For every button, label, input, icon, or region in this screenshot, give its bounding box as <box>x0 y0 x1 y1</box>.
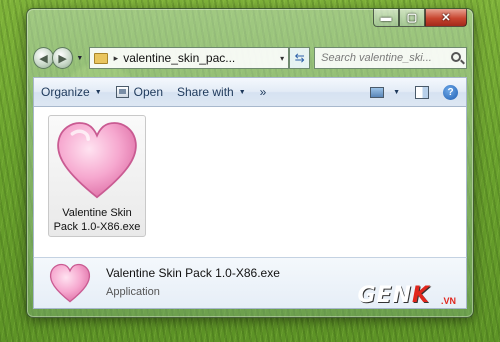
share-with-menu[interactable]: Share with ▼ <box>170 78 253 106</box>
refresh-icon: ⇆ <box>294 51 305 65</box>
details-file-type: Application <box>106 286 160 298</box>
search-box <box>314 47 467 69</box>
organize-label: Organize <box>41 85 90 99</box>
open-button[interactable]: Open <box>109 78 170 106</box>
more-commands-button[interactable]: » <box>253 78 274 106</box>
file-list: Valentine Skin Pack 1.0-X86.exe <box>33 107 467 257</box>
chevron-right-double-icon: » <box>259 85 267 99</box>
back-arrow-icon: ◀ <box>39 52 48 65</box>
search-icon[interactable] <box>451 52 461 62</box>
details-file-name: Valentine Skin Pack 1.0-X86.exe <box>106 266 280 280</box>
heart-icon <box>49 263 91 303</box>
help-button[interactable]: ? <box>443 84 458 100</box>
command-bar: Organize ▼ Open Share with ▼ » ▼ ? <box>33 77 467 107</box>
watermark-vn: .VN <box>440 296 456 306</box>
minimize-button[interactable]: ▬ <box>373 9 399 27</box>
toolbar-right: ▼ ? <box>363 78 466 106</box>
recent-pages-dropdown[interactable]: ▼ <box>75 55 85 62</box>
back-button[interactable]: ◀ <box>33 47 55 69</box>
organize-menu[interactable]: Organize ▼ <box>34 78 109 106</box>
heart-icon <box>57 122 137 199</box>
caption-buttons: ▬ ▢ ✕ <box>373 9 467 27</box>
chevron-down-icon: ▼ <box>94 88 102 96</box>
open-icon <box>115 86 129 98</box>
maximize-button[interactable]: ▢ <box>399 9 425 27</box>
share-with-label: Share with <box>177 85 234 99</box>
chevron-down-icon: ▼ <box>393 88 400 96</box>
breadcrumb-separator-icon[interactable]: ▸ <box>114 53 119 64</box>
preview-pane-button[interactable] <box>415 85 429 99</box>
address-dropdown-icon[interactable]: ▾ <box>280 54 284 63</box>
address-row: ◀ ▶ ▼ ▸ valentine_skin_pac... ▾ ⇆ <box>33 45 467 71</box>
close-button[interactable]: ✕ <box>425 9 467 27</box>
chevron-down-icon: ▼ <box>238 88 246 96</box>
refresh-button[interactable]: ⇆ <box>289 47 311 69</box>
folder-icon <box>93 52 108 64</box>
forward-arrow-icon: ▶ <box>58 52 67 65</box>
watermark-gen: GEN <box>357 283 412 308</box>
watermark-k: K <box>411 283 430 308</box>
view-icon <box>370 86 385 98</box>
breadcrumb-path[interactable]: valentine_skin_pac... <box>123 51 235 65</box>
genk-watermark: GENK <box>357 283 430 308</box>
address-bar[interactable]: ▸ valentine_skin_pac... ▾ <box>88 47 290 69</box>
search-input[interactable] <box>321 52 452 64</box>
file-name: Valentine Skin Pack 1.0-X86.exe <box>53 207 141 233</box>
forward-button[interactable]: ▶ <box>52 47 74 69</box>
change-view-button[interactable]: ▼ <box>363 78 407 106</box>
explorer-window: ▬ ▢ ✕ ◀ ▶ ▼ ▸ valentine_skin_pac... ▾ ⇆ … <box>26 8 474 318</box>
file-item[interactable]: Valentine Skin Pack 1.0-X86.exe <box>48 115 146 237</box>
open-label: Open <box>133 85 163 99</box>
